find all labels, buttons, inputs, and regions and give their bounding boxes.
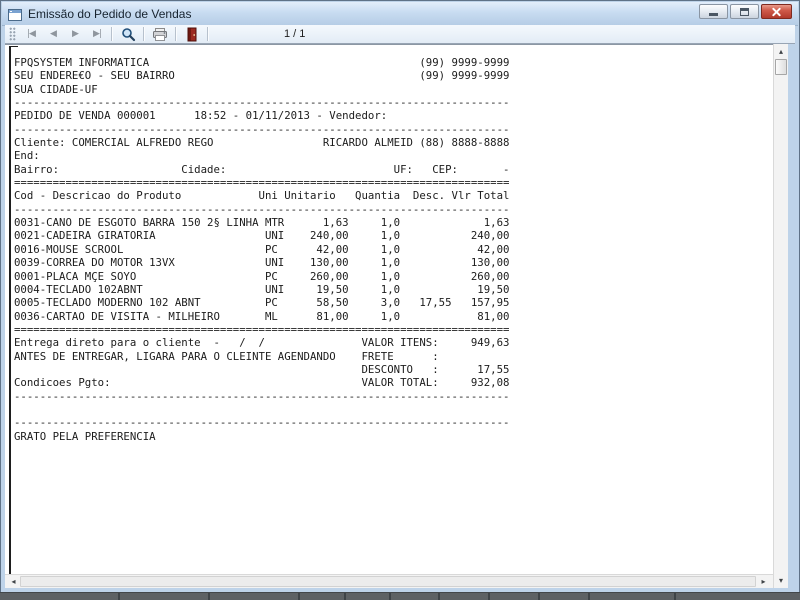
toolbar: |◀ ◀ ▶ ▶| 1 / 1: [5, 25, 795, 44]
toolbar-separator: [207, 27, 209, 41]
last-page-button[interactable]: ▶|: [86, 26, 108, 42]
maximize-icon: [740, 7, 749, 16]
report-text: FPQSYSTEM INFORMATICA (99) 9999-9999 SEU…: [14, 56, 510, 443]
print-preview-window: Emissão do Pedido de Vendas |◀ ◀ ▶ ▶| 1 …: [0, 0, 800, 594]
next-page-button[interactable]: ▶: [64, 26, 86, 42]
exit-button[interactable]: [180, 26, 204, 43]
background-window-strip: [0, 592, 800, 600]
horizontal-scrollbar-thumb[interactable]: [20, 576, 756, 587]
next-page-icon: ▶: [72, 29, 79, 39]
close-button[interactable]: [761, 4, 792, 19]
exit-door-icon: [187, 27, 197, 41]
minimize-icon: [709, 13, 718, 16]
titlebar: Emissão do Pedido de Vendas: [2, 2, 798, 26]
scroll-left-arrow-icon[interactable]: ◂: [7, 575, 20, 588]
previous-page-icon: ◀: [50, 29, 57, 39]
print-button[interactable]: [148, 26, 172, 43]
first-page-icon: |◀: [27, 29, 36, 39]
report-preview-area: FPQSYSTEM INFORMATICA (99) 9999-9999 SEU…: [5, 44, 773, 574]
close-icon: [771, 6, 782, 17]
horizontal-scrollbar[interactable]: ◂ ▸: [5, 574, 773, 588]
vertical-scrollbar-thumb[interactable]: [775, 59, 787, 75]
toolbar-gripper[interactable]: [9, 27, 16, 41]
page-top-corner: [9, 46, 18, 47]
scroll-right-arrow-icon[interactable]: ▸: [757, 575, 770, 588]
page-left-edge: [9, 46, 11, 574]
toolbar-separator: [143, 27, 145, 41]
minimize-button[interactable]: [699, 4, 728, 19]
toolbar-separator: [175, 27, 177, 41]
page-indicator: 1 / 1: [284, 28, 306, 40]
maximize-button[interactable]: [730, 4, 759, 19]
zoom-icon: [121, 27, 135, 41]
window-controls: [699, 4, 792, 19]
zoom-button[interactable]: [116, 26, 140, 43]
scroll-down-arrow-icon[interactable]: ▾: [774, 574, 788, 587]
last-page-icon: ▶|: [93, 29, 102, 39]
previous-page-button[interactable]: ◀: [42, 26, 64, 42]
toolbar-separator: [111, 27, 113, 41]
scroll-up-arrow-icon[interactable]: ▴: [774, 45, 788, 58]
window-title: Emissão do Pedido de Vendas: [28, 6, 192, 21]
background-window-ticks: [118, 593, 120, 600]
window-form-icon: [8, 8, 22, 21]
print-icon: [153, 27, 167, 41]
first-page-button[interactable]: |◀: [20, 26, 42, 42]
vertical-scrollbar[interactable]: ▴ ▾: [773, 44, 788, 588]
